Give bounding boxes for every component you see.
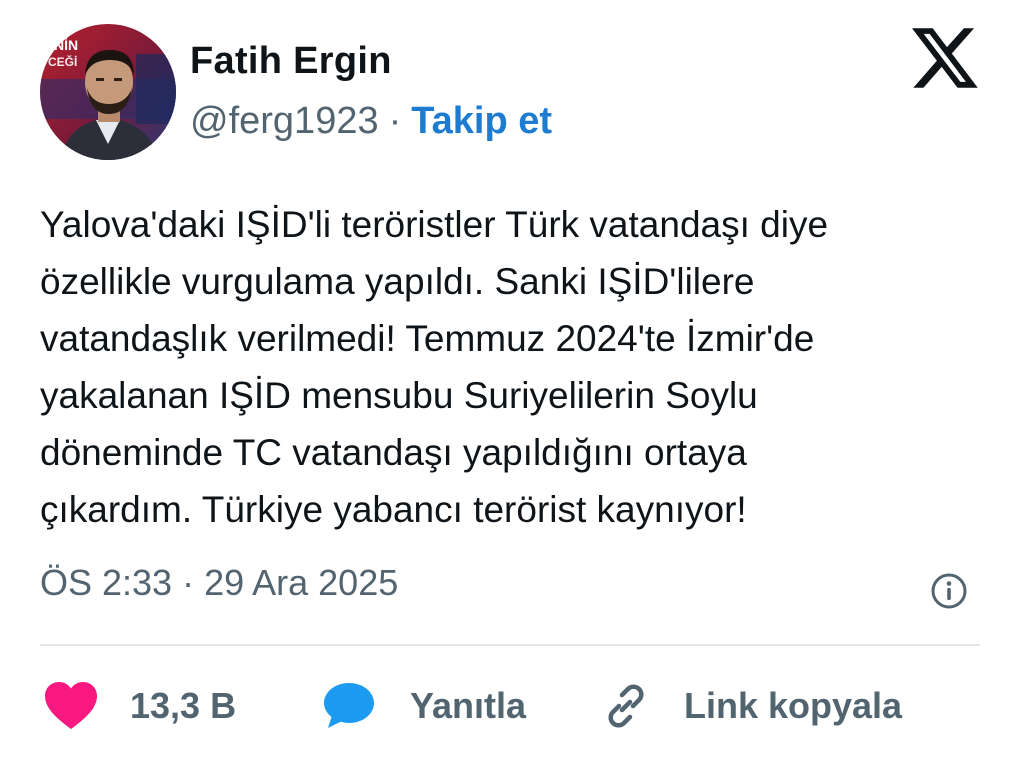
author-name[interactable]: Fatih Ergin <box>190 40 392 83</box>
tweet-timestamp[interactable]: ÖS 2:33 · 29 Ara 2025 <box>40 562 398 604</box>
tweet-text-line: Yalova'daki IŞİD'li teröristler Türk vat… <box>40 204 829 245</box>
author-meta: @ferg1923 · Takip et <box>190 100 552 143</box>
copy-link-label: Link kopyala <box>684 685 903 726</box>
meta-separator: · <box>388 100 402 142</box>
tweet-text-line: vatandaşlık verilmedi! Temmuz 2024'te İz… <box>40 318 815 359</box>
reply-bubble-icon <box>324 683 374 728</box>
tweet-text: Yalova'daki IŞİD'li teröristler Türk vat… <box>40 196 1000 538</box>
tweet-text-line: özellikle vurgulama yapıldı. Sanki IŞİD'… <box>40 261 755 302</box>
avatar[interactable]: NİN CEĞİ <box>40 24 176 160</box>
svg-text:CEĞİ: CEĞİ <box>48 54 77 69</box>
reply-button[interactable]: Yanıtla <box>322 676 526 736</box>
x-logo-icon[interactable] <box>912 28 978 88</box>
divider <box>40 644 980 646</box>
copy-link-button[interactable]: Link kopyala <box>600 676 902 736</box>
svg-text:NİN: NİN <box>54 37 78 53</box>
heart-icon <box>45 682 97 729</box>
tweet-text-line: çıkardım. Türkiye yabancı terörist kaynı… <box>40 489 747 530</box>
tweet-text-line: yakalanan IŞİD mensubu Suriyelilerin Soy… <box>40 375 758 416</box>
follow-button[interactable]: Takip et <box>411 100 552 142</box>
like-button[interactable]: 13,3 B <box>44 676 236 736</box>
like-count: 13,3 B <box>130 685 237 726</box>
link-icon <box>608 684 644 728</box>
tweet-embed-card: NİN CEĞİ Fatih Ergin @ferg1923 · Takip et … <box>0 0 1029 760</box>
author-handle[interactable]: @ferg1923 <box>190 100 379 142</box>
tweet-text-line: döneminde TC vatandaşı yapıldığını ortay… <box>40 432 747 473</box>
reply-label: Yanıtla <box>410 685 527 726</box>
info-icon[interactable] <box>930 572 968 610</box>
